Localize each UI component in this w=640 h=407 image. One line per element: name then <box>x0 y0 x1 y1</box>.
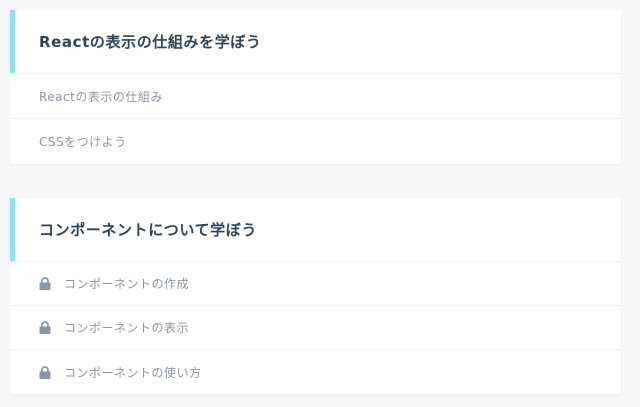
section-header: Reactの表示の仕組みを学ぼう <box>10 10 621 74</box>
lesson-label: コンポーネントの作成 <box>64 277 190 291</box>
lesson-item[interactable]: Reactの表示の仕組み <box>10 74 621 119</box>
section-accent-bar <box>10 10 15 73</box>
lock-icon <box>39 277 51 290</box>
lesson-label: CSSをつけよう <box>39 135 127 149</box>
lesson-item[interactable]: コンポーネントの表示 <box>10 306 621 350</box>
lesson-label: Reactの表示の仕組み <box>39 89 163 104</box>
lesson-item[interactable]: コンポーネントの使い方 <box>10 350 621 394</box>
section-title: コンポーネントについて学ぼう <box>39 221 257 239</box>
lock-icon <box>39 365 51 379</box>
section-header: コンポーネントについて学ぼう <box>10 198 621 262</box>
lesson-item[interactable]: CSSをつけよう <box>10 119 621 164</box>
lesson-list: Reactの表示の仕組み CSSをつけよう <box>10 74 621 164</box>
lesson-section-2: コンポーネントについて学ぼう コンポーネントの作成 コンポーネントの表示 コンポ… <box>10 198 621 394</box>
section-title: Reactの表示の仕組みを学ぼう <box>39 33 262 51</box>
section-accent-bar <box>10 198 15 261</box>
lesson-label: コンポーネントの表示 <box>64 321 190 335</box>
lesson-label: コンポーネントの使い方 <box>64 365 202 380</box>
lesson-list: コンポーネントの作成 コンポーネントの表示 コンポーネントの使い方 <box>10 262 621 394</box>
lock-icon <box>39 321 51 334</box>
lesson-section-1: Reactの表示の仕組みを学ぼう Reactの表示の仕組み CSSをつけよう <box>10 10 621 164</box>
lesson-item[interactable]: コンポーネントの作成 <box>10 262 621 306</box>
